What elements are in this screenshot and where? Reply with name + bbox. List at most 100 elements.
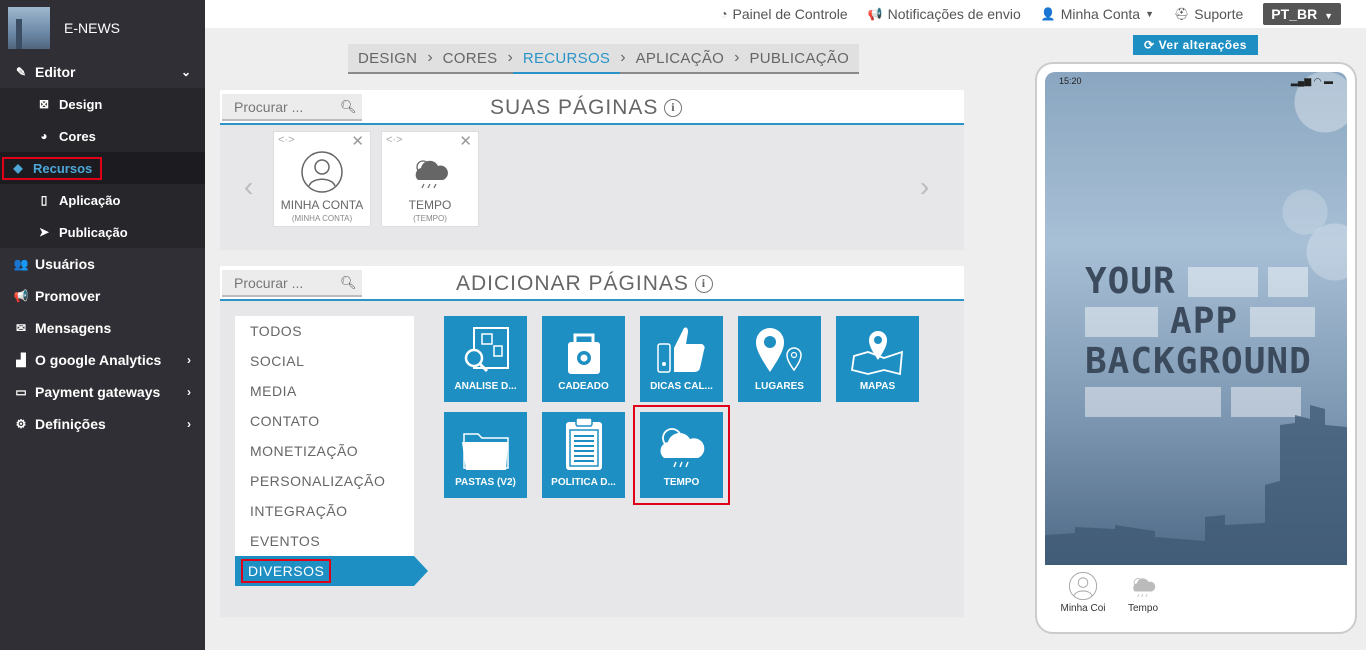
page-card-minha-conta[interactable]: <·> ✕ MINHA CONTA (MINHA CONTA) bbox=[273, 131, 371, 227]
sidebar-item-design[interactable]: ⊠ Design bbox=[0, 88, 205, 120]
topbar: ◔ Painel de Controle 📢 Notificações de e… bbox=[205, 0, 1366, 28]
card-sub: (MINHA CONTA) bbox=[291, 214, 353, 223]
info-icon[interactable]: i bbox=[694, 275, 713, 293]
dashboard-label: Painel de Controle bbox=[732, 6, 848, 22]
sidebar-item-usuarios[interactable]: 👥 Usuários bbox=[0, 248, 205, 280]
user-avatar-icon bbox=[274, 150, 370, 196]
sidebar-item-label: Payment gateways bbox=[35, 384, 161, 400]
language-label: PT_BR bbox=[1271, 6, 1318, 22]
map-icon bbox=[836, 316, 919, 376]
mobile-icon: ▯ bbox=[40, 193, 48, 207]
bg-line: YOUR bbox=[1085, 261, 1176, 302]
tile-dicas[interactable]: DICAS CAL... bbox=[640, 316, 723, 402]
city-skyline bbox=[1045, 405, 1347, 565]
category-diversos[interactable]: DIVERSOS bbox=[235, 556, 428, 586]
your-pages-title: SUAS PÁGINAS i bbox=[490, 96, 683, 120]
phone-tab-tempo[interactable]: Tempo bbox=[1113, 565, 1173, 625]
account-menu[interactable]: 👤 Minha Conta ▼ bbox=[1041, 6, 1154, 22]
tile-politica[interactable]: POLÍTICA D... bbox=[542, 412, 625, 498]
code-icon[interactable]: <·> bbox=[278, 134, 295, 146]
map-pin-icon bbox=[738, 316, 821, 376]
add-pages-search-input[interactable]: Procurar ... 🔍︎ bbox=[222, 270, 362, 297]
tile-mapas[interactable]: MAPAS bbox=[836, 316, 919, 402]
tile-label: POLÍTICA D... bbox=[551, 477, 616, 488]
step-cores[interactable]: CORES bbox=[433, 44, 508, 72]
support-label: Suporte bbox=[1194, 6, 1244, 22]
category-media[interactable]: MEDIA bbox=[235, 376, 414, 406]
info-icon[interactable]: i bbox=[664, 99, 683, 117]
sidebar-item-aplicacao[interactable]: ▯ Aplicação bbox=[0, 184, 205, 216]
bullhorn-icon: 📢 bbox=[867, 7, 883, 21]
highlight-box: DIVERSOS bbox=[241, 559, 332, 583]
sidebar-item-promover[interactable]: 📢 Promover bbox=[0, 280, 205, 312]
user-avatar-icon bbox=[1053, 569, 1113, 603]
step-recursos[interactable]: RECURSOS bbox=[512, 44, 621, 74]
phone-tab-minha-conta[interactable]: Minha Coi bbox=[1053, 565, 1113, 625]
sidebar-item-analytics[interactable]: ▟ O google Analytics › bbox=[0, 344, 205, 376]
card-name: MINHA CONTA bbox=[280, 198, 364, 212]
your-pages-panel: Procurar ... 🔍︎ SUAS PÁGINAS i ‹ <·> ✕ MI… bbox=[220, 90, 964, 250]
dashboard-icon: ◔ bbox=[720, 7, 728, 21]
phone-preview: 15:20 ▂▄▆ ◠ ▬ YOUR APP BACKGROUND Minha … bbox=[1035, 62, 1357, 634]
tile-cadeado[interactable]: CADEADO bbox=[542, 316, 625, 402]
clipboard-icon bbox=[542, 412, 625, 472]
dashboard-link[interactable]: ◔ Painel de Controle bbox=[720, 6, 847, 22]
phone-screen: 15:20 ▂▄▆ ◠ ▬ YOUR APP BACKGROUND bbox=[1045, 72, 1347, 565]
sidebar-item-recursos[interactable]: ◆ Recursos bbox=[0, 152, 205, 184]
highlight-box: ◆ Recursos bbox=[2, 156, 103, 180]
close-icon[interactable]: ✕ bbox=[351, 132, 364, 150]
chevron-right-icon: › bbox=[187, 385, 191, 399]
wizard-steps: DESIGN › CORES › RECURSOS › APLICAÇÃO › … bbox=[348, 44, 860, 74]
carousel-next-arrow[interactable]: › bbox=[920, 171, 929, 203]
phone-tabbar: Minha Coi Tempo bbox=[1045, 565, 1347, 625]
chevron-down-icon: ⌄ bbox=[180, 65, 191, 79]
sidebar-item-payment[interactable]: ▭ Payment gateways › bbox=[0, 376, 205, 408]
sidebar-item-mensagens[interactable]: ✉ Mensagens bbox=[0, 312, 205, 344]
sidebar-nav: ✎ Editor ⌄ ⊠ Design ◕ Cores ◆ Recursos ▯… bbox=[0, 56, 205, 440]
chevron-right-icon: › bbox=[187, 353, 191, 367]
sidebar: E-NEWS ✎ Editor ⌄ ⊠ Design ◕ Cores ◆ Rec… bbox=[0, 0, 205, 650]
step-aplicacao[interactable]: APLICAÇÃO bbox=[626, 44, 735, 72]
page-card-tempo[interactable]: <·> ✕ TEMPO (TEMPO) bbox=[381, 131, 479, 227]
close-icon[interactable]: ✕ bbox=[459, 132, 472, 150]
tile-label: LUGARES bbox=[755, 381, 804, 392]
tile-pastas[interactable]: PASTAS (V2) bbox=[444, 412, 527, 498]
tab-label: Tempo bbox=[1127, 603, 1158, 614]
tile-analise[interactable]: ANÁLISE D... bbox=[444, 316, 527, 402]
sidebar-item-cores[interactable]: ◕ Cores bbox=[0, 120, 205, 152]
your-pages-search-input[interactable]: Procurar ... 🔍︎ bbox=[222, 94, 362, 121]
step-publicacao[interactable]: PUBLICAÇÃO bbox=[739, 44, 859, 72]
category-todos[interactable]: TODOS bbox=[235, 316, 414, 346]
sidebar-item-publicacao[interactable]: ➤ Publicação bbox=[0, 216, 205, 248]
category-contato[interactable]: CONTATO bbox=[235, 406, 414, 436]
category-eventos[interactable]: EVENTOS bbox=[235, 526, 414, 556]
category-integracao[interactable]: INTEGRAÇÃO bbox=[235, 496, 414, 526]
brand[interactable]: E-NEWS bbox=[0, 0, 205, 56]
envelope-icon: ✉ bbox=[15, 321, 27, 335]
tile-lugares[interactable]: LUGARES bbox=[738, 316, 821, 402]
signal-wifi-battery-icon: ▂▄▆ ◠ ▬ bbox=[1290, 76, 1333, 86]
notifications-link[interactable]: 📢 Notificações de envio bbox=[868, 6, 1021, 22]
carousel-prev-arrow[interactable]: ‹ bbox=[244, 171, 253, 203]
padlock-icon bbox=[542, 316, 625, 376]
category-social[interactable]: SOCIAL bbox=[235, 346, 414, 376]
category-personalizacao[interactable]: PERSONALIZAÇÃO bbox=[235, 466, 414, 496]
category-monetizacao[interactable]: MONETIZAÇÃO bbox=[235, 436, 414, 466]
sidebar-item-definicoes[interactable]: ⚙ Definições › bbox=[0, 408, 205, 440]
tile-label: MAPAS bbox=[859, 381, 896, 392]
sidebar-item-label: Definições bbox=[35, 416, 106, 432]
add-pages-title: ADICIONAR PÁGINAS i bbox=[456, 272, 713, 296]
support-link[interactable]: ⛑ Suporte bbox=[1174, 6, 1243, 22]
sidebar-item-editor[interactable]: ✎ Editor ⌄ bbox=[0, 56, 205, 88]
app-name: E-NEWS bbox=[64, 20, 120, 36]
view-changes-button[interactable]: ⟳ Ver alterações bbox=[1133, 35, 1258, 55]
tile-label: ANÁLISE D... bbox=[454, 381, 517, 392]
weather-icon bbox=[1113, 569, 1173, 603]
code-icon[interactable]: <·> bbox=[386, 134, 403, 146]
chevron-right-icon: › bbox=[187, 417, 191, 431]
step-design[interactable]: DESIGN bbox=[348, 44, 427, 72]
caret-down-icon: ▼ bbox=[1145, 9, 1154, 19]
tile-label: PASTAS (V2) bbox=[455, 477, 516, 488]
sidebar-item-label: Mensagens bbox=[35, 320, 112, 336]
language-dropdown[interactable]: PT_BR ▼ bbox=[1263, 3, 1341, 25]
